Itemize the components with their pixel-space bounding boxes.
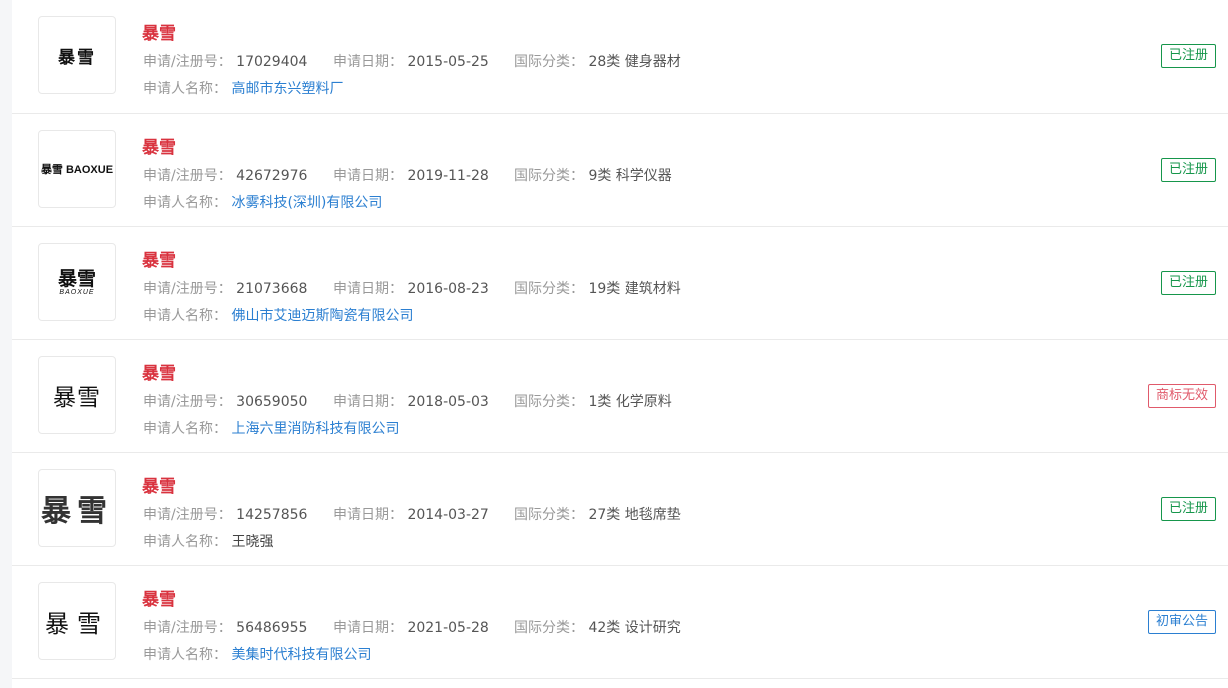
apply-date-label: 申请日期：: [333, 54, 403, 70]
status-badge: 已注册: [1160, 497, 1216, 521]
reg-no-label: 申请/注册号：: [143, 507, 232, 523]
status-badge: 已注册: [1160, 44, 1216, 68]
trademark-name-link[interactable]: 暴雪: [142, 359, 176, 384]
apply-date-value: 2015-05-25: [407, 54, 489, 70]
trademark-name-link[interactable]: 暴雪: [142, 19, 176, 44]
apply-date-label: 申请日期：: [333, 281, 403, 297]
intl-class-value: 19类 建筑材料: [588, 281, 681, 297]
applicant-name: 王晓强: [231, 534, 274, 550]
list-item[interactable]: 暴雪 BAOXUE 暴雪 申请/注册号： 21073668 申请日期： 2016-…: [12, 227, 1228, 340]
applicant-label: 申请人名称：: [143, 308, 227, 324]
list-item[interactable]: 暴雪 暴雪 申请/注册号： 17029404 申请日期： 2015-05-25 国际…: [12, 0, 1228, 114]
intl-class-label: 国际分类：: [514, 394, 584, 410]
trademark-logo-image[interactable]: 暴雪: [38, 582, 116, 660]
trademark-result-list: 暴雪 暴雪 申请/注册号： 17029404 申请日期： 2015-05-25 国际…: [12, 0, 1228, 688]
trademark-meta-line: 申请/注册号： 56486955 申请日期： 2021-05-28 国际分类： 42…: [143, 617, 681, 637]
intl-class-value: 9类 科学仪器: [588, 168, 672, 184]
apply-date-label: 申请日期：: [333, 620, 403, 636]
trademark-logo-image[interactable]: 暴雪: [38, 356, 116, 434]
reg-no-label: 申请/注册号：: [143, 54, 232, 70]
applicant-line: 申请人名称： 王晓强: [143, 531, 273, 551]
applicant-line: 申请人名称： 佛山市艾迪迈斯陶瓷有限公司: [143, 305, 413, 325]
intl-class-label: 国际分类：: [514, 620, 584, 636]
reg-no-label: 申请/注册号：: [143, 394, 232, 410]
trademark-meta-line: 申请/注册号： 21073668 申请日期： 2016-08-23 国际分类： 19…: [143, 278, 681, 298]
applicant-link[interactable]: 佛山市艾迪迈斯陶瓷有限公司: [231, 308, 413, 324]
reg-no-value: 17029404: [236, 54, 308, 70]
logo-text: 暴雪: [53, 385, 101, 411]
apply-date-value: 2021-05-28: [407, 620, 489, 636]
applicant-line: 申请人名称： 上海六里消防科技有限公司: [143, 418, 399, 438]
reg-no-label: 申请/注册号：: [143, 620, 232, 636]
trademark-meta-line: 申请/注册号： 17029404 申请日期： 2015-05-25 国际分类： 28…: [143, 51, 681, 71]
status-badge: 已注册: [1160, 271, 1216, 295]
trademark-meta-line: 申请/注册号： 14257856 申请日期： 2014-03-27 国际分类： 27…: [143, 504, 681, 524]
apply-date-label: 申请日期：: [333, 507, 403, 523]
applicant-label: 申请人名称：: [143, 195, 227, 211]
trademark-logo-image[interactable]: 暴雪 BAOXUE: [38, 130, 116, 208]
apply-date-label: 申请日期：: [333, 394, 403, 410]
reg-no-value: 30659050: [236, 394, 308, 410]
status-badge: 初审公告: [1147, 610, 1216, 634]
applicant-line: 申请人名称： 美集时代科技有限公司: [143, 644, 371, 664]
applicant-label: 申请人名称：: [143, 421, 227, 437]
apply-date-value: 2016-08-23: [407, 281, 489, 297]
applicant-link[interactable]: 上海六里消防科技有限公司: [231, 421, 399, 437]
apply-date-value: 2019-11-28: [407, 168, 489, 184]
applicant-link[interactable]: 高邮市东兴塑料厂: [231, 81, 343, 97]
trademark-meta-line: 申请/注册号： 42672976 申请日期： 2019-11-28 国际分类： 9类…: [143, 165, 672, 185]
intl-class-label: 国际分类：: [514, 168, 584, 184]
applicant-line: 申请人名称： 冰雾科技(深圳)有限公司: [143, 192, 382, 212]
applicant-label: 申请人名称：: [143, 534, 227, 550]
list-item[interactable]: 暴雪 暴雪 申请/注册号： 56486955 申请日期： 2021-05-28 国际…: [12, 566, 1228, 679]
trademark-logo-image[interactable]: 暴雪 BAOXUE: [38, 243, 116, 321]
trademark-name-link[interactable]: 暴雪: [142, 133, 176, 158]
trademark-name-link[interactable]: 暴雪: [142, 246, 176, 271]
intl-class-label: 国际分类：: [514, 507, 584, 523]
logo-subtext: BAOXUE: [59, 288, 95, 296]
trademark-logo-image[interactable]: 暴雪: [38, 16, 116, 94]
reg-no-value: 56486955: [236, 620, 308, 636]
logo-text: 暴雪: [41, 494, 113, 529]
list-item[interactable]: 暴雪 暴雪 申请/注册号： 14257856 申请日期： 2014-03-27 国际…: [12, 453, 1228, 566]
logo-text: 暴雪: [45, 609, 109, 638]
trademark-logo-image[interactable]: 暴雪: [38, 469, 116, 547]
applicant-line: 申请人名称： 高邮市东兴塑料厂: [143, 78, 343, 98]
apply-date-value: 2014-03-27: [407, 507, 489, 523]
applicant-link[interactable]: 冰雾科技(深圳)有限公司: [231, 195, 382, 211]
applicant-label: 申请人名称：: [143, 647, 227, 663]
intl-class-label: 国际分类：: [514, 54, 584, 70]
status-badge: 已注册: [1160, 158, 1216, 182]
intl-class-label: 国际分类：: [514, 281, 584, 297]
status-badge: 商标无效: [1147, 384, 1216, 408]
intl-class-value: 1类 化学原料: [588, 394, 672, 410]
intl-class-value: 28类 健身器材: [588, 54, 681, 70]
applicant-label: 申请人名称：: [143, 81, 227, 97]
apply-date-label: 申请日期：: [333, 168, 403, 184]
reg-no-label: 申请/注册号：: [143, 168, 232, 184]
intl-class-value: 42类 设计研究: [588, 620, 681, 636]
reg-no-label: 申请/注册号：: [143, 281, 232, 297]
reg-no-value: 21073668: [236, 281, 308, 297]
intl-class-value: 27类 地毯席垫: [588, 507, 681, 523]
logo-text: 暴雪: [57, 267, 96, 290]
logo-text: 暴雪 BAOXUE: [40, 164, 114, 176]
applicant-link[interactable]: 美集时代科技有限公司: [231, 647, 371, 663]
trademark-name-link[interactable]: 暴雪: [142, 472, 176, 497]
apply-date-value: 2018-05-03: [407, 394, 489, 410]
list-item[interactable]: 暴雪 暴雪 申请/注册号： 30659050 申请日期： 2018-05-03 国际…: [12, 340, 1228, 453]
logo-text: 暴雪: [58, 47, 96, 68]
trademark-name-link[interactable]: 暴雪: [142, 585, 176, 610]
trademark-meta-line: 申请/注册号： 30659050 申请日期： 2018-05-03 国际分类： 1类…: [143, 391, 672, 411]
reg-no-value: 14257856: [236, 507, 308, 523]
reg-no-value: 42672976: [236, 168, 308, 184]
list-item[interactable]: 暴雪 BAOXUE 暴雪 申请/注册号： 42672976 申请日期： 2019-…: [12, 114, 1228, 227]
